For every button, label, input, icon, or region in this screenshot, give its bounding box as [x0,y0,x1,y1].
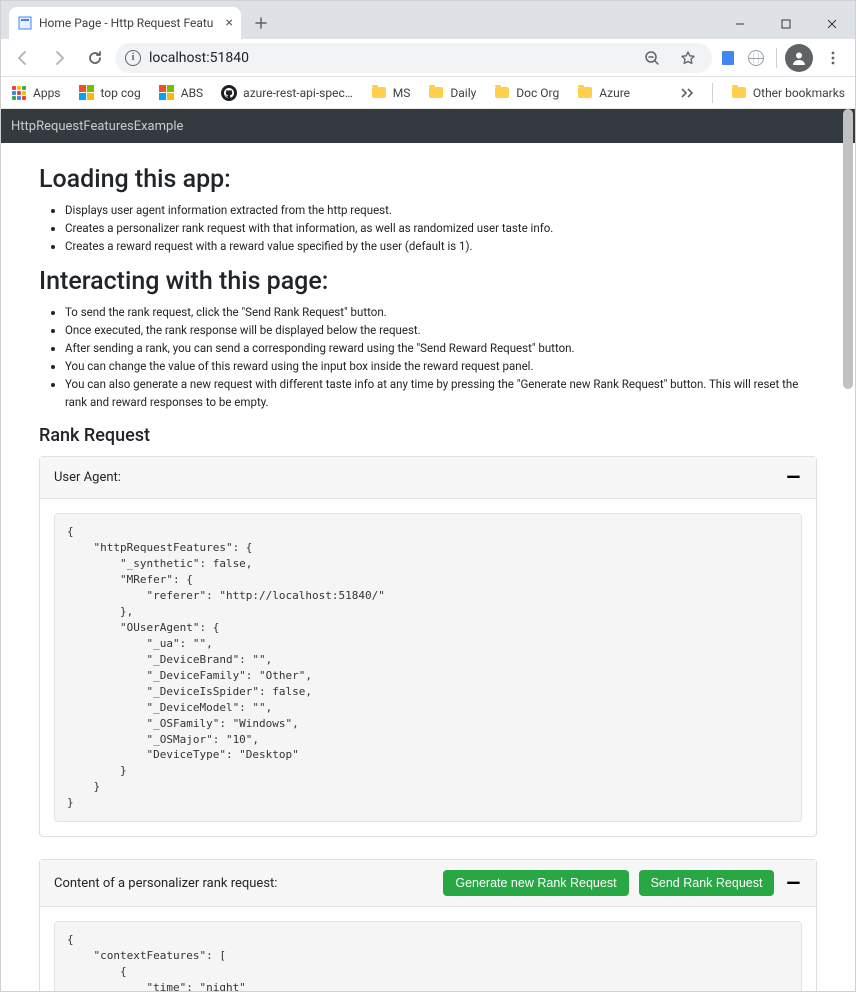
collapse-toggle-icon[interactable]: — [784,467,802,488]
title-bar: Home Page - Http Request Featu × [1,1,855,39]
url-text: localhost:51840 [149,50,630,66]
bookmark-label: azure-rest-api-spec… [243,86,353,100]
bookmark-label: MS [393,86,411,100]
list-item: To send the rank request, click the "Sen… [65,304,817,322]
list-item: You can also generate a new request with… [65,376,817,412]
separator [712,83,713,103]
card-body-user-agent: { "httpRequestFeatures": { "_synthetic":… [40,499,816,836]
bookmarks-bar: Apps top cog ABS azure-rest-api-spec… MS… [1,77,855,109]
card-title: Content of a personalizer rank request: [54,876,277,891]
bookmark-item-top-cog[interactable]: top cog [79,85,141,101]
nav-back-button[interactable] [7,42,39,74]
send-rank-request-button[interactable]: Send Rank Request [639,870,775,896]
bookmark-label: top cog [101,86,141,100]
folder-icon [371,85,387,101]
list-item: Creates a personalizer rank request with… [65,220,817,238]
page-content: Loading this app: Displays user agent in… [1,143,855,991]
scrollbar-thumb[interactable] [843,109,853,389]
loading-list: Displays user agent information extracte… [39,202,817,255]
bookmark-label: ABS [181,86,203,100]
ms-logo-icon [79,85,95,101]
site-info-icon[interactable]: i [125,50,141,66]
card-user-agent: User Agent: — { "httpRequestFeatures": {… [39,456,817,837]
folder-icon [494,85,510,101]
card-rank-request: Content of a personalizer rank request: … [39,859,817,991]
bookmark-folder-docorg[interactable]: Doc Org [494,85,559,101]
profile-avatar-icon[interactable] [785,44,813,72]
tab-close-icon[interactable]: × [226,15,233,31]
json-block-user-agent: { "httpRequestFeatures": { "_synthetic":… [54,513,802,822]
app-nav-header: HttpRequestFeaturesExample [1,109,855,143]
card-header-user-agent[interactable]: User Agent: — [40,457,816,499]
bookmark-folder-ms[interactable]: MS [371,85,411,101]
browser-toolbar: i localhost:51840 [1,39,855,77]
list-item: You can change the value of this reward … [65,358,817,376]
list-item: Once executed, the rank response will be… [65,322,817,340]
interacting-list: To send the rank request, click the "Sen… [39,304,817,411]
extension-icon-reader[interactable] [716,46,740,70]
list-item: Creates a reward request with a reward v… [65,238,817,256]
heading-rank-request: Rank Request [39,425,817,446]
folder-icon [577,85,593,101]
page-viewport: HttpRequestFeaturesExample Loading this … [1,109,855,991]
bookmark-label: Azure [599,86,630,100]
card-title: User Agent: [54,470,121,485]
bookmark-folder-daily[interactable]: Daily [428,85,476,101]
separator [776,48,777,68]
card-header-rank-request[interactable]: Content of a personalizer rank request: … [40,860,816,907]
browser-menu-button[interactable] [817,42,849,74]
bookmark-overflow-button[interactable] [680,87,694,99]
bookmark-item-azure-rest[interactable]: azure-rest-api-spec… [221,85,353,101]
bookmark-label: Apps [33,86,61,100]
window-minimize-button[interactable] [717,9,763,39]
zoom-icon[interactable] [638,44,666,72]
extension-icon-globe[interactable] [744,46,768,70]
ms-logo-icon [159,85,175,101]
tab-title: Home Page - Http Request Featu [39,16,220,30]
github-icon [221,85,237,101]
bookmarks-apps[interactable]: Apps [11,85,61,101]
json-block-rank-request: { "contextFeatures": [ { "time": "night"… [54,921,802,991]
list-item: After sending a rank, you can send a cor… [65,340,817,358]
card-body-rank-request: { "contextFeatures": [ { "time": "night"… [40,907,816,991]
generate-rank-request-button[interactable]: Generate new Rank Request [443,870,628,896]
browser-window: Home Page - Http Request Featu × i local… [0,0,856,992]
window-close-button[interactable] [809,9,855,39]
bookmark-item-abs[interactable]: ABS [159,85,203,101]
tab-strip: Home Page - Http Request Featu × [9,1,717,39]
window-maximize-button[interactable] [763,9,809,39]
nav-reload-button[interactable] [79,42,111,74]
list-item: Displays user agent information extracte… [65,202,817,220]
bookmark-label: Doc Org [516,86,559,100]
address-bar[interactable]: i localhost:51840 [115,43,712,73]
heading-loading: Loading this app: [39,165,817,194]
folder-icon [731,85,747,101]
bookmark-star-icon[interactable] [674,44,702,72]
collapse-toggle-icon[interactable]: — [784,873,802,894]
folder-icon [428,85,444,101]
bookmark-folder-azure[interactable]: Azure [577,85,630,101]
other-bookmarks-button[interactable]: Other bookmarks [731,85,845,101]
bookmark-label: Daily [450,86,476,100]
nav-forward-button[interactable] [43,42,75,74]
window-controls [717,9,855,39]
app-brand-title[interactable]: HttpRequestFeaturesExample [11,119,183,134]
heading-interacting: Interacting with this page: [39,267,817,296]
new-tab-button[interactable] [247,9,275,37]
browser-tab[interactable]: Home Page - Http Request Featu × [9,7,241,39]
bookmark-label: Other bookmarks [753,86,845,100]
apps-grid-icon [11,85,27,101]
tab-favicon-icon [17,15,33,31]
